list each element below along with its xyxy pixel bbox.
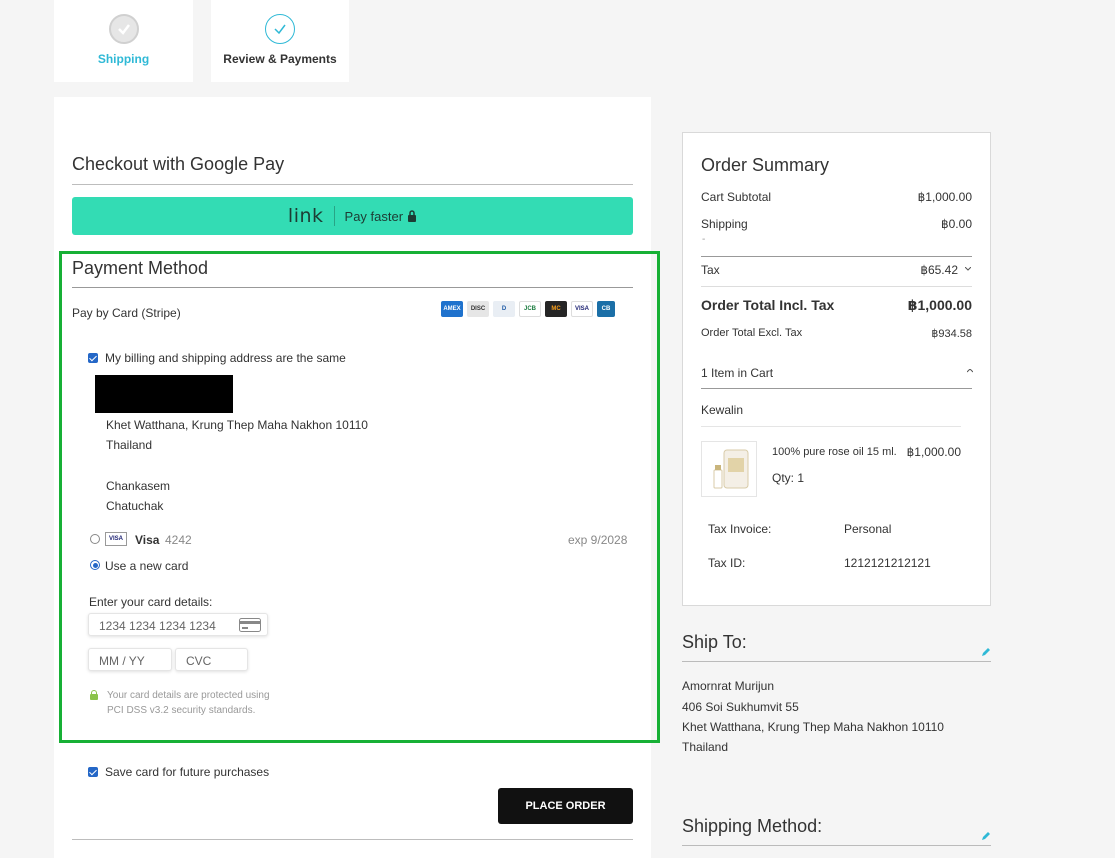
product-thumbnail[interactable]: [701, 441, 757, 497]
step-review-payments[interactable]: Review & Payments: [211, 0, 349, 82]
saved-card-exp: exp 9/2028: [568, 533, 628, 547]
product-price: ฿1,000.00: [906, 445, 961, 459]
tax-label: Tax: [701, 263, 720, 277]
step-label: Shipping: [97, 52, 150, 66]
credit-card-icon: [239, 618, 261, 632]
card-details-label: Enter your card details:: [89, 595, 213, 609]
card-number-input[interactable]: 1234 1234 1234 1234: [88, 613, 268, 636]
saved-card-last4: 4242: [165, 533, 192, 547]
card-number-placeholder: 1234 1234 1234 1234: [99, 619, 216, 633]
billing-same-checkbox[interactable]: [88, 353, 98, 363]
step-shipping[interactable]: Shipping: [54, 0, 193, 82]
order-total-incl-label: Order Total Incl. Tax: [701, 297, 835, 313]
tax-value[interactable]: ฿65.42: [920, 263, 958, 277]
ship-to-city: Khet Watthana, Krung Thep Maha Nakhon 10…: [682, 720, 944, 734]
saved-card-radio[interactable]: [90, 534, 100, 544]
divider: [682, 845, 991, 846]
expiry-input[interactable]: MM / YY: [88, 648, 172, 671]
divider: [72, 184, 633, 185]
amex-icon: AMEX: [441, 301, 463, 317]
divider: [701, 286, 972, 287]
check-icon: [108, 14, 139, 44]
save-card-label: Save card for future purchases: [105, 765, 270, 779]
order-total-incl-value: ฿1,000.00: [907, 297, 972, 313]
tax-id-value: 1212121212121: [844, 556, 931, 570]
cart-subtotal-label: Cart Subtotal: [701, 190, 772, 204]
divider: [72, 287, 633, 288]
divider: [682, 661, 991, 662]
new-card-radio[interactable]: [90, 560, 100, 570]
tax-invoice-label: Tax Invoice:: [708, 522, 772, 536]
payment-method-title: Payment Method: [72, 258, 209, 278]
saved-card-brand: Visa: [135, 533, 160, 547]
items-in-cart-toggle[interactable]: 1 Item in Cart: [701, 366, 773, 380]
cart-subtotal-value: ฿1,000.00: [917, 190, 972, 204]
tax-id-label: Tax ID:: [708, 556, 746, 570]
tax-invoice-value: Personal: [844, 522, 892, 536]
product-qty: Qty: 1: [772, 471, 805, 485]
ship-to-street: 406 Soi Sukhumvit 55: [682, 700, 799, 714]
chevron-up-icon[interactable]: [967, 369, 973, 373]
ship-to-name: Amornrat Murijun: [682, 679, 775, 693]
order-summary-title: Order Summary: [701, 155, 830, 175]
shipping-value: ฿0.00: [941, 217, 972, 231]
check-icon: [265, 14, 295, 44]
rose-oil-product-image: [713, 449, 749, 489]
order-total-excl-label: Order Total Excl. Tax: [701, 327, 803, 339]
divider: [72, 839, 633, 840]
shipping-dash: -: [702, 234, 706, 245]
shipping-label: Shipping: [701, 217, 748, 231]
link-logo: link: [287, 205, 324, 227]
save-card-checkbox[interactable]: [88, 767, 98, 777]
order-total-excl-value: ฿934.58: [931, 328, 972, 340]
divider: [701, 426, 961, 427]
security-note-line: Your card details are protected using: [107, 690, 270, 701]
address-line: Chatuchak: [106, 499, 164, 513]
link-pay-button[interactable]: link Pay faster: [72, 197, 633, 235]
diners-icon: D: [493, 301, 515, 317]
new-card-label: Use a new card: [105, 559, 189, 573]
address-line: Thailand: [106, 438, 153, 452]
security-note-line: PCI DSS v3.2 security standards.: [107, 705, 256, 716]
divider: [333, 206, 335, 226]
discover-icon: DISC: [467, 301, 489, 317]
redacted-name: [95, 375, 233, 413]
link-button-label: Pay faster: [344, 208, 404, 224]
lock-icon: [408, 210, 417, 222]
billing-same-label: My billing and shipping address are the …: [105, 351, 346, 365]
cvc-input[interactable]: CVC: [175, 648, 248, 671]
shipping-method-title: Shipping Method:: [682, 816, 823, 836]
cartes-bancaires-icon: CB: [597, 301, 615, 317]
place-order-button[interactable]: PLACE ORDER: [498, 788, 633, 824]
visa-icon: VISA: [571, 301, 593, 317]
step-label: Review & Payments: [223, 52, 337, 66]
address-line: Chankasem: [106, 479, 171, 493]
ship-to-country: Thailand: [682, 740, 729, 754]
lock-icon: [90, 690, 98, 700]
divider: [701, 256, 972, 257]
divider: [701, 388, 972, 389]
chevron-down-icon[interactable]: [965, 267, 971, 271]
seller-name: Kewalin: [701, 403, 744, 417]
product-name: 100% pure rose oil 15 ml.: [772, 446, 897, 458]
pencil-icon[interactable]: [981, 831, 991, 841]
google-pay-title: Checkout with Google Pay: [72, 154, 285, 174]
jcb-icon: JCB: [519, 301, 541, 317]
address-line: Khet Watthana, Krung Thep Maha Nakhon 10…: [106, 418, 368, 432]
card-brand-logos: AMEX DISC D JCB MC VISA CB: [441, 301, 615, 317]
ship-to-title: Ship To:: [682, 632, 747, 652]
mastercard-icon: MC: [545, 301, 567, 317]
visa-icon: VISA: [105, 532, 127, 546]
pencil-icon[interactable]: [981, 647, 991, 657]
pay-by-card-label: Pay by Card (Stripe): [72, 306, 181, 320]
